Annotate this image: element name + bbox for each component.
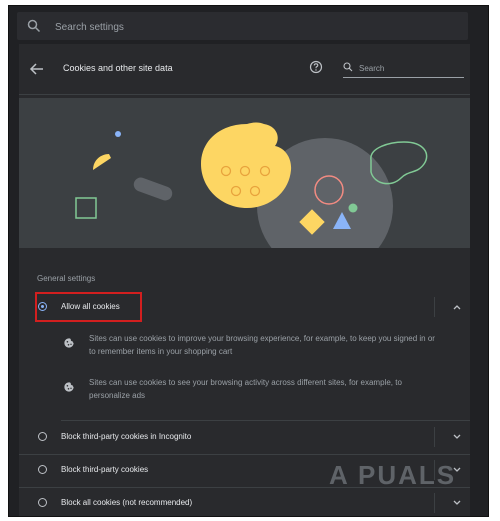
radio-button[interactable] [38,498,47,507]
detail-text-line: Sites can use cookies to improve your br… [89,334,435,343]
chevron-up-icon[interactable] [452,302,462,312]
cookies-card: Cookies and other site data Search Gener… [19,44,470,516]
page-search-input[interactable] [357,60,461,76]
page-search-box[interactable] [343,56,464,78]
option-label: Block all cookies (not recommended) [61,498,193,507]
detail-text: Sites can use cookies to improve your br… [89,332,459,358]
cookie-icon [64,382,74,392]
option-label: Block third-party cookies [61,465,149,474]
page-title: Cookies and other site data [63,63,173,73]
watermark-logo: A PUALS [329,460,457,490]
radio-button[interactable] [38,465,47,474]
detail-text: Sites can use cookies to see your browsi… [89,376,459,402]
search-icon [343,62,353,72]
help-icon[interactable] [309,60,323,74]
settings-search-input[interactable] [53,16,457,38]
settings-search-box[interactable] [17,12,468,40]
detail-text-line: Sites can use cookies to see your browsi… [89,378,402,387]
detail-text-line: to remember items in your shopping cart [89,347,233,356]
chevron-down-icon[interactable] [452,432,462,442]
option-detail: Sites can use cookies to see your browsi… [19,376,470,412]
search-icon [27,19,41,33]
divider [61,420,470,421]
option-label: Block third-party cookies in Incognito [61,432,192,441]
card-header: Cookies and other site data [19,44,470,95]
back-arrow-icon[interactable] [27,59,47,79]
detail-text-line: personalize ads [89,391,146,400]
divider [434,427,435,447]
top-bar [9,6,488,46]
settings-window: Cookies and other site data [8,5,489,517]
red-highlight-box [35,292,142,322]
option-detail: Sites can use cookies to improve your br… [19,332,470,368]
divider [434,297,435,317]
cookie-icon [64,338,74,348]
cookies-illustration [19,98,470,248]
section-heading: General settings [37,274,96,283]
radio-button[interactable] [38,432,47,441]
option-block-third-party-incognito[interactable]: Block third-party cookies in Incognito [19,422,470,452]
